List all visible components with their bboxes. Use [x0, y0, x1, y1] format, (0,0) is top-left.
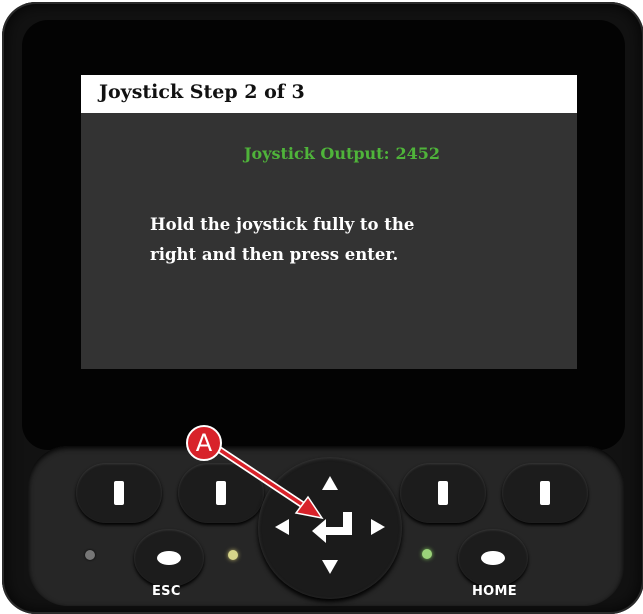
- keypad-icons-layer: [216, 446, 385, 574]
- arrow-right-icon[interactable]: [371, 519, 385, 535]
- arrow-left-icon[interactable]: [275, 519, 289, 535]
- callout-arrow-icon: [216, 446, 324, 520]
- callout-marker: A: [186, 425, 222, 461]
- arrow-down-icon[interactable]: [322, 560, 338, 574]
- arrow-up-icon[interactable]: [322, 476, 338, 490]
